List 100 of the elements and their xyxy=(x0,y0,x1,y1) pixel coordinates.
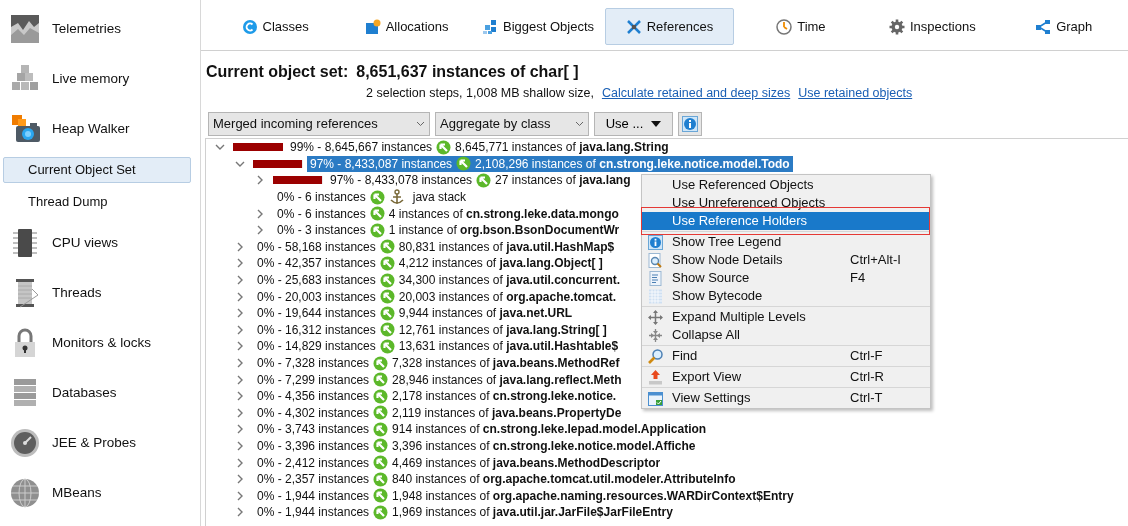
chevron-icon[interactable] xyxy=(235,258,245,269)
tab[interactable]: Time xyxy=(736,8,866,45)
chevron-icon[interactable] xyxy=(235,358,245,368)
menu-item[interactable]: Expand Multiple Levels xyxy=(642,308,930,326)
document-icon xyxy=(648,270,663,286)
sidebar-item[interactable]: Live memory xyxy=(0,54,200,104)
chevron-icon[interactable] xyxy=(235,241,245,252)
sidebar-item[interactable]: JEE & Probes xyxy=(0,418,200,468)
tree-node[interactable]: 0% - 19,644 instances 9,944 instances of java.net.URL xyxy=(254,304,576,322)
menu-item[interactable]: Use Reference Holders xyxy=(642,212,930,230)
tree-node[interactable]: 0% - 3,396 instances 3,396 instances of cn.strong.leke.notice.model.Affiche xyxy=(254,437,699,455)
menu-item[interactable]: Show Tree Legend xyxy=(642,233,930,251)
reference-icon xyxy=(436,139,452,155)
chevron-icon[interactable] xyxy=(235,391,245,402)
link[interactable]: Calculate retained and deep sizes xyxy=(601,84,791,105)
chevron-icon[interactable] xyxy=(235,341,245,352)
reference-icon xyxy=(456,156,472,172)
use-button[interactable]: Use ... xyxy=(594,112,673,136)
gear-icon xyxy=(888,18,905,35)
chevron-icon[interactable] xyxy=(235,291,245,302)
chevron-icon[interactable] xyxy=(235,441,245,451)
tree-node[interactable]: 0% - 1,944 instances 1,948 instances of org.apache.naming.resources.WARDirContext$Entry xyxy=(254,487,797,505)
tree-node[interactable]: 0% - 2,412 instances 4,469 instances of java.beans.MethodDescriptor xyxy=(254,454,664,471)
chevron-icon[interactable] xyxy=(235,308,245,319)
menu-item[interactable]: Show Source F4 xyxy=(642,269,930,287)
chevron-icon[interactable] xyxy=(255,208,265,219)
chevron-icon[interactable] xyxy=(235,490,245,501)
reference-icon xyxy=(379,272,395,288)
tree-node[interactable]: 0% - 6 instances java stack xyxy=(274,188,470,206)
menu-item[interactable]: Use Unreferenced Objects xyxy=(642,194,930,212)
tree-node[interactable]: 0% - 16,312 instances 12,761 instances of java.lang.String[ ] xyxy=(254,321,610,339)
sidebar-item[interactable]: Heap Walker xyxy=(0,104,200,154)
shortcut-label: Ctrl-R xyxy=(850,368,884,387)
tab[interactable]: Biggest Objects xyxy=(473,8,603,45)
caret-icon xyxy=(651,121,662,127)
tree-node[interactable]: 0% - 58,168 instances 80,831 instances of java.util.HashMap$ xyxy=(254,238,618,256)
allocation-icon xyxy=(364,18,381,35)
grid-icon xyxy=(648,288,663,304)
chevron-icon[interactable] xyxy=(255,175,265,186)
sidebar-subitem[interactable]: Current Object Set xyxy=(3,157,191,183)
tree-node[interactable]: 97% - 8,433,087 instances 2,108,296 instances of cn.strong.leke.notice.model.Todo xyxy=(307,155,793,173)
sidebar-item[interactable]: Telemetries xyxy=(0,4,200,54)
sidebar-subitem[interactable]: Thread Dump xyxy=(3,186,191,218)
globe-icon xyxy=(10,477,40,509)
shortcut-label: Ctrl-F xyxy=(850,347,883,366)
link[interactable]: Use retained objects xyxy=(798,84,913,105)
tree-node[interactable]: 0% - 7,299 instances 28,946 instances of java.lang.reflect.Meth xyxy=(254,371,625,388)
menu-item[interactable]: Collapse All xyxy=(642,326,930,344)
chevron-icon[interactable] xyxy=(255,225,265,236)
chevron-icon[interactable] xyxy=(235,474,245,485)
tree-node[interactable]: 0% - 20,003 instances 20,003 instances of org.apache.tomcat. xyxy=(254,288,620,305)
tab[interactable]: Classes xyxy=(211,8,340,45)
chevron-icon[interactable] xyxy=(235,424,245,435)
sidebar-item[interactable]: MBeans xyxy=(0,468,200,518)
reference-icon xyxy=(373,471,389,487)
sidebar-item[interactable]: CPU views xyxy=(0,218,200,268)
menu-item[interactable]: Show Bytecode xyxy=(642,287,930,305)
info-button[interactable] xyxy=(678,112,702,136)
tree-node[interactable]: 99% - 8,645,667 instances 8,645,771 instances of java.lang.String xyxy=(287,139,672,156)
tab[interactable]: Inspections xyxy=(868,8,997,45)
sidebar-item[interactable]: Databases xyxy=(0,368,200,418)
tree-node[interactable]: 0% - 4,302 instances 2,119 instances of java.beans.PropertyDe xyxy=(254,404,625,422)
reference-icon xyxy=(476,173,492,188)
tree-node[interactable]: 0% - 42,357 instances 4,212 instances of java.lang.Object[ ] xyxy=(254,255,606,272)
menu-item[interactable]: Show Node Details Ctrl+Alt-I xyxy=(642,251,930,269)
menu-item[interactable]: Export View Ctrl-R xyxy=(642,368,930,386)
tab[interactable]: Allocations xyxy=(342,8,471,45)
chevron-down-icon xyxy=(416,121,425,127)
tree-node[interactable]: 0% - 4,356 instances 2,178 instances of cn.strong.leke.notice. xyxy=(254,387,620,405)
menu-item[interactable]: Use Referenced Objects xyxy=(642,176,930,194)
tree-node[interactable]: 0% - 3 instances 1 instance of org.bson.BsonDocumentWr xyxy=(274,221,623,239)
tree-node[interactable]: 0% - 14,829 instances 13,631 instances of java.util.Hashtable$ xyxy=(254,338,622,355)
dropdown[interactable]: Aggregate by class xyxy=(435,112,589,136)
search-icon xyxy=(648,348,663,364)
chevron-icon[interactable] xyxy=(235,374,245,385)
chevron-icon[interactable] xyxy=(235,275,245,286)
tree-node[interactable]: 0% - 7,328 instances 7,328 instances of java.beans.MethodRef xyxy=(254,354,623,372)
tree-node[interactable]: 97% - 8,433,078 instances 27 instances of java.lang xyxy=(327,172,634,189)
tab[interactable]: References xyxy=(605,8,734,45)
magnifier-icon xyxy=(648,252,663,268)
reference-icon xyxy=(369,189,385,205)
chevron-icon[interactable] xyxy=(235,324,245,335)
chevron-icon[interactable] xyxy=(235,507,245,518)
chevron-icon[interactable] xyxy=(235,457,245,468)
tree-node[interactable]: 0% - 2,357 instances 840 instances of org.apache.tomcat.util.modeler.AttributeInfo xyxy=(254,470,739,488)
tree-node[interactable]: 0% - 3,743 instances 914 instances of cn.strong.leke.lepad.model.Application xyxy=(254,421,710,438)
reference-icon xyxy=(373,405,389,421)
sidebar-item[interactable]: Threads xyxy=(0,268,200,318)
dropdown[interactable]: Merged incoming references xyxy=(208,112,430,136)
menu-item[interactable]: View Settings Ctrl-T xyxy=(642,389,930,407)
chevron-icon[interactable] xyxy=(235,407,245,418)
tree-node[interactable]: 0% - 1,944 instances 1,969 instances of java.util.jar.JarFile$JarFileEntry xyxy=(254,504,676,521)
chevron-down-icon xyxy=(575,121,584,127)
tree-node[interactable]: 0% - 25,683 instances 34,300 instances of java.util.concurrent. xyxy=(254,271,624,289)
reference-icon xyxy=(379,289,395,305)
sidebar-item[interactable]: Monitors & locks xyxy=(0,318,200,368)
tab[interactable]: Graph xyxy=(999,8,1128,45)
menu-item[interactable]: Find Ctrl-F xyxy=(642,347,930,365)
tree-node[interactable]: 0% - 6 instances 4 instances of cn.strong.leke.data.mongo xyxy=(274,205,622,222)
reference-icon xyxy=(379,305,395,321)
